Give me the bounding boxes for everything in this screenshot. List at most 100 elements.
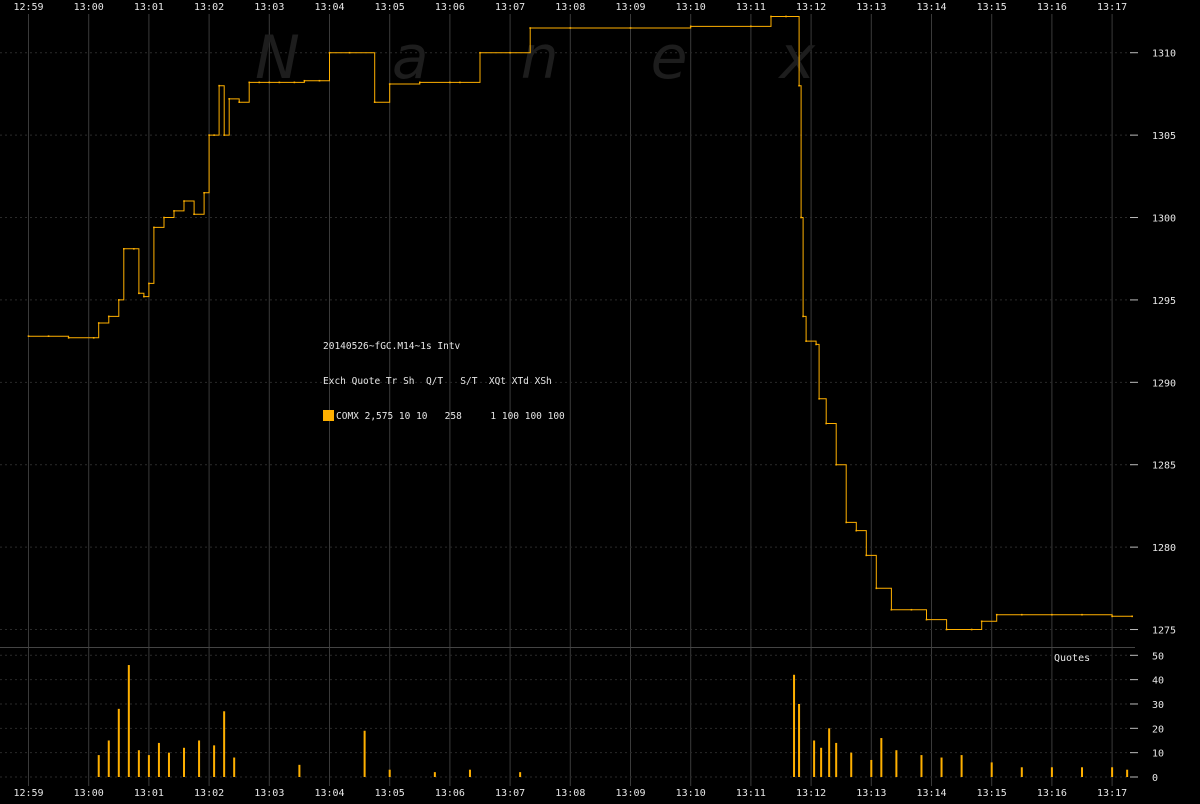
price-point xyxy=(118,299,120,301)
x-tick-label-top: 13:00 xyxy=(74,2,104,13)
volume-bar xyxy=(433,772,436,777)
x-tick-label-bottom: 13:08 xyxy=(555,788,585,799)
price-point xyxy=(218,84,220,87)
price-point xyxy=(67,337,70,339)
x-tick-label-top: 13:09 xyxy=(615,2,645,13)
price-point xyxy=(529,27,531,29)
price-point xyxy=(815,343,817,346)
y-tick-label-price: 1275 xyxy=(1152,626,1176,637)
x-tick-label-bottom: 13:01 xyxy=(134,788,164,799)
price-point xyxy=(449,81,451,84)
price-point xyxy=(890,608,893,611)
price-point xyxy=(208,134,210,136)
x-tick-label-top: 13:02 xyxy=(194,2,224,13)
y-tick-label-price: 1285 xyxy=(1152,461,1176,472)
x-tick-label-bottom: 13:06 xyxy=(435,788,465,799)
volume-bar xyxy=(960,755,963,777)
price-point xyxy=(770,15,772,18)
price-point xyxy=(629,27,632,29)
volume-bar xyxy=(97,755,100,777)
x-tick-label-top: 13:16 xyxy=(1037,2,1067,13)
price-point xyxy=(268,81,271,84)
price-point xyxy=(92,337,95,339)
chart-area: N a n e x 12:59 12:59 13:00 13:00 13:01 13:01… xyxy=(0,0,1200,800)
volume-bar xyxy=(813,740,816,777)
price-point xyxy=(148,282,150,285)
price-point xyxy=(995,613,998,616)
volume-bar xyxy=(157,742,160,777)
price-point xyxy=(123,248,125,250)
x-tick-label-top: 13:12 xyxy=(796,2,826,13)
volume-bar xyxy=(990,762,993,777)
price-point xyxy=(970,628,973,631)
volume-bar xyxy=(1020,767,1023,777)
price-volume-chart: N a n e x 12:59 12:59 13:00 13:00 13:01 13:01… xyxy=(0,2,1176,799)
price-point xyxy=(278,81,281,84)
price-point xyxy=(153,226,155,229)
price-point xyxy=(303,79,306,82)
y-tick-label-price: 1300 xyxy=(1152,214,1176,225)
volume-bar xyxy=(895,750,898,777)
y-tick-label-price: 1305 xyxy=(1152,131,1176,142)
x-tick-label-bottom: 13:09 xyxy=(615,788,645,799)
y-tick-label-volume: 50 xyxy=(1152,651,1164,662)
price-point xyxy=(479,51,481,54)
price-point xyxy=(318,79,321,82)
x-tick-label-top: 13:15 xyxy=(977,2,1007,13)
volume-bar xyxy=(1111,767,1114,777)
volume-bar xyxy=(223,711,226,777)
price-point xyxy=(238,101,240,103)
volume-bar xyxy=(167,752,170,777)
y-tick-label-price: 1295 xyxy=(1152,296,1176,307)
price-point xyxy=(1051,613,1053,616)
price-point xyxy=(203,192,205,194)
x-tick-label-top: 13:05 xyxy=(375,2,405,13)
price-point xyxy=(47,335,50,337)
legend-row-text: COMX 2,575 10 10 258 1 100 100 100 xyxy=(336,411,565,422)
x-tick-label-top: 13:08 xyxy=(555,2,585,13)
volume-bar xyxy=(107,740,110,777)
x-tick-label-bottom: 13:12 xyxy=(796,788,826,799)
x-tick-label-top: 12:59 xyxy=(13,2,43,13)
volume-bar xyxy=(519,772,522,777)
y-tick-label-volume: 30 xyxy=(1152,700,1164,711)
price-point xyxy=(689,25,692,28)
legend-row: COMX 2,575 10 10 258 1 100 100 100 xyxy=(323,410,565,423)
volume-bar xyxy=(828,728,831,777)
volume-bar xyxy=(233,757,236,777)
volume-panel-label: Quotes xyxy=(1054,653,1091,664)
price-point xyxy=(945,628,948,631)
price-point xyxy=(348,51,351,54)
volume-bar xyxy=(793,674,796,777)
price-point xyxy=(248,81,251,84)
x-tick-label-top: 13:07 xyxy=(495,2,525,13)
price-point xyxy=(328,51,331,54)
price-point xyxy=(27,335,30,337)
volume-bar xyxy=(920,755,923,777)
price-point xyxy=(1021,613,1023,616)
price-point xyxy=(875,587,878,590)
x-tick-label-bottom: 13:10 xyxy=(676,788,706,799)
price-point xyxy=(800,216,802,219)
watermark-text: N a n e x xyxy=(255,23,815,93)
price-point xyxy=(193,213,195,216)
volume-bar xyxy=(213,745,216,777)
volume-bar xyxy=(1081,767,1083,777)
price-point xyxy=(213,134,215,136)
y-tick-label-price: 1310 xyxy=(1152,49,1176,60)
price-point xyxy=(845,521,848,524)
y-tick-label-volume: 20 xyxy=(1152,724,1164,735)
price-point xyxy=(509,51,511,54)
price-point xyxy=(785,15,787,18)
volume-bar xyxy=(870,759,873,777)
x-tick-label-top: 13:14 xyxy=(916,2,946,13)
legend-title: 20140526~fGC.M14~1s Intv xyxy=(323,341,461,352)
price-point xyxy=(419,81,421,84)
price-point xyxy=(802,315,804,318)
price-point xyxy=(143,295,145,298)
price-point xyxy=(805,340,807,342)
x-tick-label-bottom: 13:05 xyxy=(375,788,405,799)
price-point xyxy=(925,618,928,621)
legend-header: Exch Quote Tr Sh Q/T S/T XQt XTd XSh xyxy=(323,375,552,387)
x-tick-label-top: 13:04 xyxy=(314,2,344,13)
